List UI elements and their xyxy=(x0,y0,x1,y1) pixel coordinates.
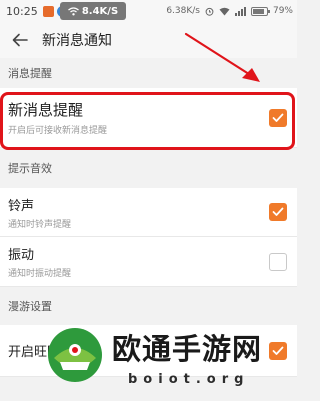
new-message-reminder-checkbox[interactable] xyxy=(269,108,287,127)
speed-text: 6.38K/s xyxy=(166,6,200,16)
row-subtitle: 通知时振动提醒 xyxy=(8,269,72,279)
network-speed-pill: 8.4K/S xyxy=(60,2,126,20)
checkmark-icon xyxy=(272,207,284,216)
row-title: 开启旺旺消息漫 xyxy=(8,345,100,360)
roaming-row[interactable]: 开启旺旺消息漫 xyxy=(0,325,297,377)
row-title: 铃声 xyxy=(8,198,35,214)
roaming-checkbox[interactable] xyxy=(269,341,287,360)
status-right: 6.38K/s 79% xyxy=(166,6,293,16)
section-header-reminder: 消息提醒 xyxy=(0,58,297,88)
wifi-icon xyxy=(219,7,230,15)
status-bar: 10:25 8.4K/S 6.38K/s 79% xyxy=(0,0,297,22)
network-speed-text: 8.4K/S xyxy=(81,5,119,17)
signal-icon xyxy=(234,6,246,16)
alarm-icon xyxy=(205,7,214,16)
section-header-roaming: 漫游设置 xyxy=(0,287,297,325)
ringtone-checkbox[interactable] xyxy=(269,203,287,221)
notification-app-icon xyxy=(42,5,54,17)
battery-percent: 79% xyxy=(272,6,293,16)
row-subtitle: 开启后可接收新消息提醒 xyxy=(8,126,108,136)
app-bar: 新消息通知 xyxy=(0,22,297,58)
vibration-row[interactable]: 振动 通知时振动提醒 xyxy=(0,237,297,287)
status-time: 10:25 xyxy=(6,4,38,18)
row-title: 新消息提醒 xyxy=(8,101,84,119)
checkmark-icon xyxy=(272,113,284,122)
section-header-sound: 提示音效 xyxy=(0,148,297,188)
ringtone-row[interactable]: 铃声 通知时铃声提醒 xyxy=(0,188,297,237)
page-title: 新消息通知 xyxy=(42,33,112,49)
vibration-checkbox[interactable] xyxy=(269,252,287,271)
wifi-icon xyxy=(67,6,79,15)
new-message-reminder-row[interactable]: 新消息提醒 开启后可接收新消息提醒 xyxy=(0,88,297,148)
back-arrow-icon[interactable] xyxy=(10,30,30,50)
row-title: 振动 xyxy=(8,248,35,263)
row-subtitle: 通知时铃声提醒 xyxy=(8,219,72,230)
battery-icon xyxy=(250,6,270,16)
checkmark-icon xyxy=(272,346,284,355)
